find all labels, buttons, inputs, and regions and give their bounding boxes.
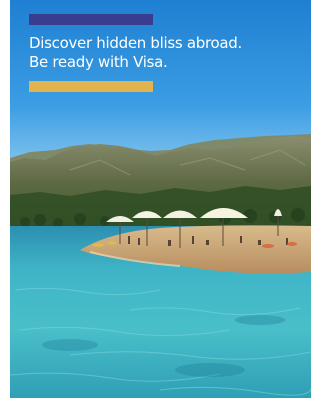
accent-bar-top [29,14,153,25]
headline-line-2: Be ready with Visa. [29,53,168,71]
headline-line-1: Discover hidden bliss abroad. [29,34,242,52]
accent-bar-bottom [29,81,153,92]
visa-travel-ad: Discover hidden bliss abroad. Be ready w… [10,0,311,398]
headline: Discover hidden bliss abroad. Be ready w… [29,34,299,72]
